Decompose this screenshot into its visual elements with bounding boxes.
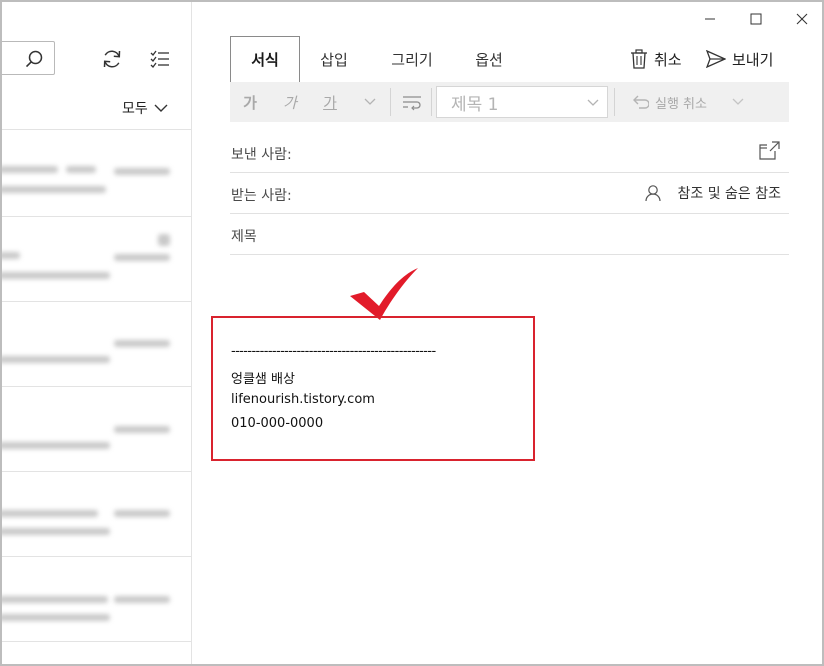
list-divider: [2, 471, 191, 472]
undo-dropdown-button[interactable]: [726, 82, 750, 122]
toolbar-divider: [431, 88, 432, 116]
trash-icon: [631, 49, 647, 69]
underline-label: 가: [323, 93, 337, 112]
chevron-down-icon: [732, 98, 744, 105]
list-divider: [2, 301, 191, 302]
close-button[interactable]: [784, 6, 820, 32]
signature-website: lifenourish.tistory.com: [231, 392, 375, 407]
chevron-down-icon: [154, 104, 168, 112]
underline-button[interactable]: 가: [316, 82, 344, 122]
selection-mode-icon[interactable]: [148, 47, 172, 71]
style-dropdown[interactable]: 제목 1: [436, 86, 608, 118]
signature-divider: ----------------------------------------…: [231, 344, 436, 359]
chevron-down-icon: [364, 98, 376, 105]
signature-phone: 010-000-0000: [231, 416, 324, 431]
undo-button[interactable]: 실행 취소: [622, 82, 716, 122]
list-divider: [2, 216, 191, 217]
format-toolbar: 가 가 가 제목 1 실행 취소: [230, 82, 789, 122]
paragraph-format-icon: [403, 96, 421, 111]
sync-icon[interactable]: [100, 47, 124, 71]
italic-button[interactable]: 가: [276, 82, 304, 122]
minimize-button[interactable]: [692, 6, 728, 32]
send-label: 보내기: [732, 50, 774, 69]
paragraph-format-button[interactable]: [396, 82, 428, 122]
toolbar-divider: [390, 88, 391, 116]
checkmark-annotation-icon: [350, 268, 418, 320]
cc-bcc-button[interactable]: 참조 및 숨은 참조: [645, 183, 781, 203]
tab-options[interactable]: 옵션: [464, 36, 514, 82]
style-value: 제목 1: [451, 94, 499, 115]
tab-label: 서식: [251, 51, 279, 69]
bold-button[interactable]: 가: [236, 82, 264, 122]
discard-button[interactable]: 취소: [630, 46, 682, 72]
to-field[interactable]: 받는 사람: 참조 및 숨은 참조: [230, 174, 789, 214]
person-icon: [645, 185, 662, 202]
tab-label: 옵션: [475, 50, 503, 69]
subject-field[interactable]: 제목: [230, 215, 789, 255]
from-label: 보낸 사람:: [231, 147, 292, 163]
popout-icon[interactable]: [759, 140, 781, 160]
undo-icon: [633, 95, 649, 109]
font-dropdown-button[interactable]: [358, 82, 382, 122]
maximize-icon: [750, 13, 762, 25]
cc-bcc-label: 참조 및 숨은 참조: [677, 186, 781, 202]
search-icon[interactable]: [24, 49, 44, 69]
chevron-down-icon: [587, 99, 599, 106]
signature-name: 엉클샘 배상: [231, 372, 295, 387]
to-label: 받는 사람:: [231, 188, 292, 204]
tab-insert[interactable]: 삽입: [306, 36, 362, 82]
tab-label: 그리기: [391, 50, 433, 69]
message-list-pane: 모두: [2, 2, 192, 664]
list-divider: [2, 556, 191, 557]
subject-placeholder: 제목: [231, 229, 257, 245]
italic-label: 가: [283, 93, 297, 112]
tab-label: 삽입: [320, 50, 348, 69]
toolbar-divider: [614, 88, 615, 116]
undo-label: 실행 취소: [655, 96, 707, 112]
filter-dropdown[interactable]: 모두: [122, 98, 168, 118]
send-button[interactable]: 보내기: [706, 46, 773, 72]
tab-draw[interactable]: 그리기: [380, 36, 444, 82]
maximize-button[interactable]: [738, 6, 774, 32]
signature-highlight-box: [211, 316, 535, 461]
filter-label: 모두: [122, 101, 148, 117]
send-icon: [706, 50, 726, 68]
bold-label: 가: [243, 93, 257, 112]
close-icon: [796, 13, 808, 25]
list-divider: [2, 386, 191, 387]
mail-window: 모두 서식 삽입 그리기 옵션 취소 보내기 가 가 가 제목 1 실행 취소 …: [0, 0, 824, 666]
list-divider: [2, 129, 191, 130]
list-divider: [2, 641, 191, 642]
minimize-icon: [705, 18, 715, 20]
tab-format[interactable]: 서식: [230, 36, 300, 82]
search-input[interactable]: [2, 41, 55, 75]
discard-label: 취소: [654, 50, 682, 69]
from-field[interactable]: 보낸 사람:: [230, 133, 789, 173]
